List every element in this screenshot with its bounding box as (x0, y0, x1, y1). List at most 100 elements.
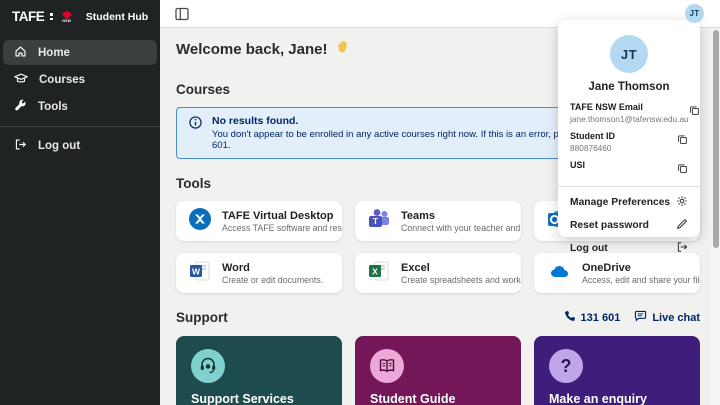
tafe-nsw-text: NSW (62, 18, 72, 23)
action-label: Reset password (570, 220, 649, 231)
wrench-icon (14, 99, 27, 115)
tool-card-word[interactable]: W Word Create or edit documents. (176, 253, 342, 293)
field-label: Student ID (570, 131, 615, 141)
support-card-title: Make an enquiry (549, 392, 647, 405)
tool-title: TAFE Virtual Desktop (222, 209, 334, 222)
tool-card-text: Word Create or edit documents. (222, 262, 323, 285)
tool-card-teams[interactable]: T Teams Connect with your teacher and... (355, 201, 521, 241)
tool-title: Excel (401, 261, 430, 274)
info-icon (189, 116, 202, 134)
student-hub-screen: TAFE NSW Student Hub Home Courses Tools … (0, 0, 720, 405)
scrollbar-track (711, 28, 720, 405)
tool-subtitle: Create or edit documents. (222, 274, 324, 285)
sidebar-item-logout[interactable]: Log out (3, 133, 157, 158)
copy-icon[interactable] (677, 132, 688, 150)
live-chat-label: Live chat (652, 311, 700, 324)
logout-icon (14, 138, 27, 154)
tool-card-text: TAFE Virtual Desktop Access TAFE softwar… (222, 210, 342, 233)
sidebar-item-label: Courses (39, 73, 86, 86)
user-name: Jane Thomson (588, 81, 670, 93)
tafe-nsw-waratah-icon: NSW (62, 10, 72, 23)
open-book-icon (370, 349, 404, 383)
tool-card-text: Excel Create spreadsheets and workbooks. (401, 262, 521, 285)
excel-icon: X (367, 260, 391, 287)
sidebar-divider (0, 126, 160, 127)
support-card-title: Support Services (191, 392, 294, 405)
headset-icon (191, 349, 225, 383)
field-student-id: Student ID 880876460 (570, 131, 688, 153)
support-header: Support 131 601 Live chat (176, 310, 700, 325)
field-email: TAFE NSW Email jane.thomson1@tafensw.edu… (570, 102, 699, 124)
field-label: USI (570, 160, 586, 170)
user-avatar-button[interactable]: JT (685, 4, 704, 23)
user-avatar-large: JT (610, 35, 648, 73)
tool-subtitle: Create spreadsheets and workbooks. (401, 274, 521, 285)
support-card-make-an-enquiry[interactable]: ? Make an enquiry Need help with somethi… (534, 336, 700, 405)
support-card-student-guide[interactable]: Student Guide Read the Student Guide for… (355, 336, 521, 405)
action-label: Manage Preferences (570, 197, 671, 208)
gear-icon (676, 194, 688, 212)
field-value: 880876460 (570, 143, 612, 153)
copy-icon[interactable] (677, 161, 688, 179)
sidebar-item-tools[interactable]: Tools (3, 94, 157, 119)
sidebar-item-label: Log out (38, 139, 81, 152)
tool-title: Word (222, 261, 250, 274)
field-usi: USI (570, 160, 688, 179)
chat-icon (634, 310, 647, 325)
phone-link[interactable]: 131 601 (564, 310, 621, 325)
sidebar-item-courses[interactable]: Courses (3, 67, 157, 92)
support-grid: Support Services We're here to help. Acc… (176, 336, 700, 405)
tool-card-excel[interactable]: X Excel Create spreadsheets and workbook… (355, 253, 521, 293)
tool-subtitle: Access TAFE software and resource... (222, 222, 342, 233)
manage-preferences-item[interactable]: Manage Preferences (570, 191, 688, 214)
svg-text:X: X (372, 266, 378, 276)
user-fields: TAFE NSW Email jane.thomson1@tafensw.edu… (570, 102, 699, 179)
onedrive-icon (546, 262, 572, 285)
support-card-support-services[interactable]: Support Services We're here to help. Acc… (176, 336, 342, 405)
svg-text:W: W (192, 266, 201, 276)
action-label: Log out (570, 243, 608, 254)
sidebar-item-label: Home (38, 46, 70, 59)
tafe-virtual-desktop-icon (188, 207, 212, 236)
pencil-icon (676, 217, 688, 235)
live-chat-link[interactable]: Live chat (634, 310, 700, 325)
graduation-cap-icon (13, 72, 29, 88)
teams-icon: T (367, 208, 391, 235)
sidebar-item-label: Tools (38, 100, 68, 113)
tool-card-tafe-virtual-desktop[interactable]: TAFE Virtual Desktop Access TAFE softwar… (176, 201, 342, 241)
waving-hand-icon (335, 40, 350, 59)
logout-item[interactable]: Log out (570, 237, 688, 260)
tool-subtitle: Connect with your teacher and... (401, 222, 521, 233)
tool-card-text: Teams Connect with your teacher and... (401, 210, 521, 233)
field-label: TAFE NSW Email (570, 102, 643, 112)
svg-text:T: T (373, 216, 379, 226)
tool-title: OneDrive (582, 261, 631, 274)
phone-icon (564, 310, 576, 325)
word-icon: W (188, 260, 212, 287)
support-card-title: Student Guide (370, 392, 456, 405)
user-dropdown-panel: JT Jane Thomson TAFE NSW Email jane.thom… (558, 20, 700, 254)
tool-title: Teams (401, 209, 436, 222)
sidebar: TAFE NSW Student Hub Home Courses Tools … (0, 0, 160, 405)
brand: TAFE NSW Student Hub (0, 0, 160, 32)
tafe-logo-text: TAFE (12, 9, 45, 24)
panel-divider (558, 186, 700, 187)
welcome-text: Welcome back, Jane! (176, 41, 328, 58)
phone-number: 131 601 (580, 311, 621, 324)
scrollbar-thumb[interactable] (712, 30, 719, 248)
tool-subtitle: Access, edit and share your files. (582, 274, 700, 285)
sidebar-item-home[interactable]: Home (3, 40, 157, 65)
app-title: Student Hub (85, 10, 149, 23)
logout-icon (676, 240, 688, 258)
sidebar-toggle-icon[interactable] (174, 6, 190, 22)
tafe-logo-colon (50, 13, 53, 20)
copy-icon[interactable] (689, 103, 700, 121)
question-mark-icon: ? (549, 349, 583, 383)
support-links: 131 601 Live chat (564, 310, 700, 325)
support-section-title: Support (176, 310, 228, 325)
reset-password-item[interactable]: Reset password (570, 214, 688, 237)
home-icon (14, 45, 27, 61)
tool-card-text: OneDrive Access, edit and share your fil… (582, 262, 700, 285)
field-value: jane.thomson1@tafensw.edu.au (570, 114, 689, 124)
sidebar-nav: Home Courses Tools Log out (0, 32, 160, 158)
